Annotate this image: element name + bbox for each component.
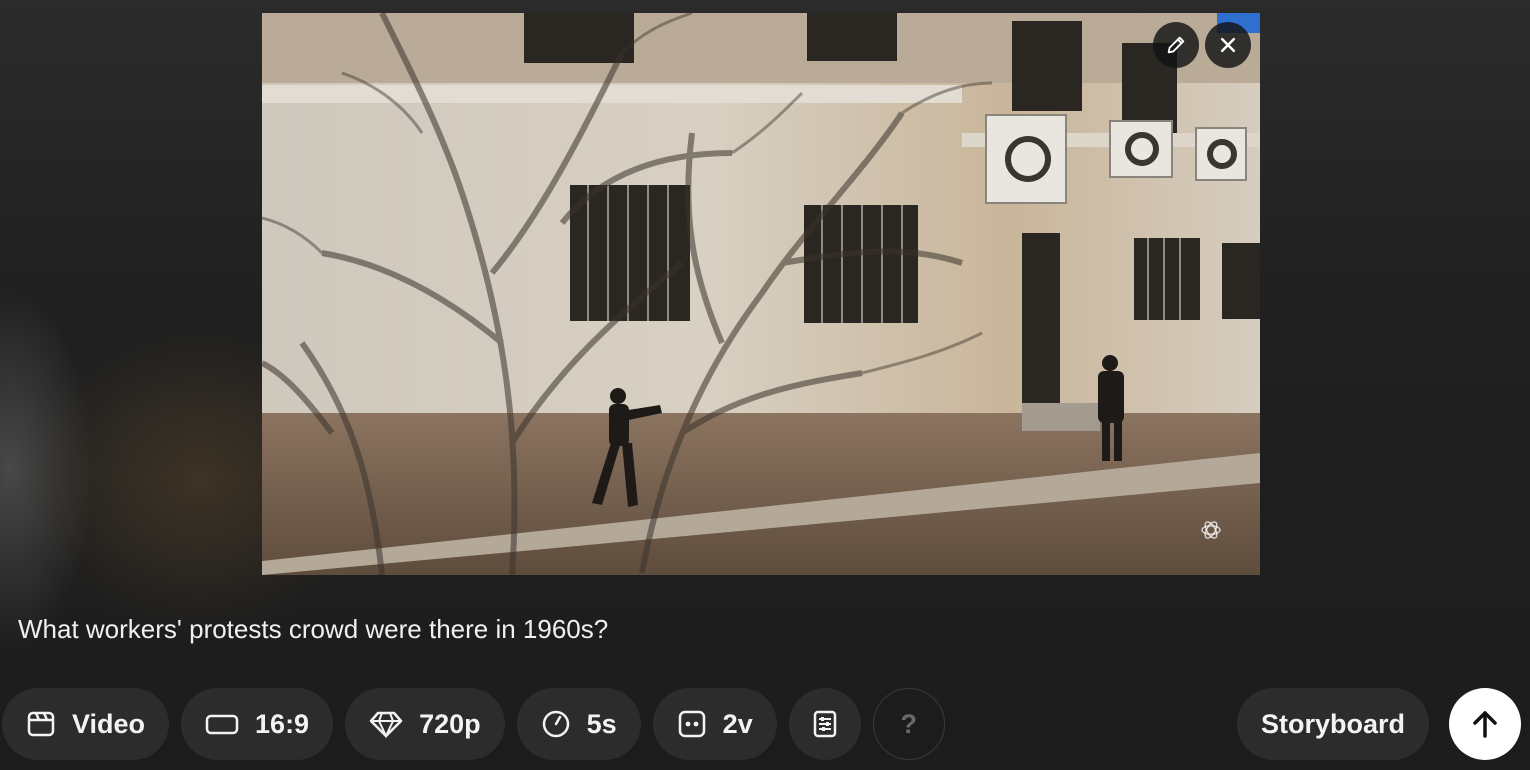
aspect-ratio-label: 16:9 [255, 708, 310, 739]
prompt-text[interactable]: What workers' protests crowd were there … [18, 614, 608, 645]
variations-button[interactable]: 2v [652, 688, 777, 760]
generated-video-thumbnail[interactable] [262, 13, 1260, 575]
submit-button[interactable] [1449, 688, 1521, 760]
rectangle-icon [205, 714, 239, 735]
pencil-icon [1167, 36, 1185, 54]
duration-label: 5s [586, 708, 617, 739]
resolution-button[interactable]: 720p [345, 688, 505, 760]
arrow-up-icon [1473, 711, 1497, 738]
diamond-icon [369, 711, 403, 739]
clapperboard-icon [27, 711, 55, 737]
resolution-label: 720p [419, 708, 481, 739]
duration-button[interactable]: 5s [516, 688, 641, 760]
aspect-ratio-button[interactable]: 16:9 [181, 688, 334, 760]
presets-button[interactable] [788, 688, 861, 760]
close-button[interactable] [1205, 22, 1251, 68]
generation-options-toolbar: Video 16:9 720p 5s 2v ? [2, 688, 945, 760]
scene-image [262, 13, 1260, 575]
sliders-icon [813, 710, 836, 738]
help-button[interactable]: ? [872, 688, 945, 760]
variations-label: 2v [722, 708, 753, 739]
variations-icon [678, 710, 705, 738]
type-label: Video [72, 708, 146, 739]
storyboard-label: Storyboard [1261, 708, 1406, 739]
openai-logo-icon [1199, 518, 1223, 542]
close-icon [1220, 37, 1236, 53]
edit-button[interactable] [1153, 22, 1199, 68]
storyboard-button[interactable]: Storyboard [1237, 688, 1430, 760]
help-label: ? [900, 708, 917, 739]
clock-icon [542, 710, 569, 738]
type-selector-button[interactable]: Video [2, 688, 170, 760]
